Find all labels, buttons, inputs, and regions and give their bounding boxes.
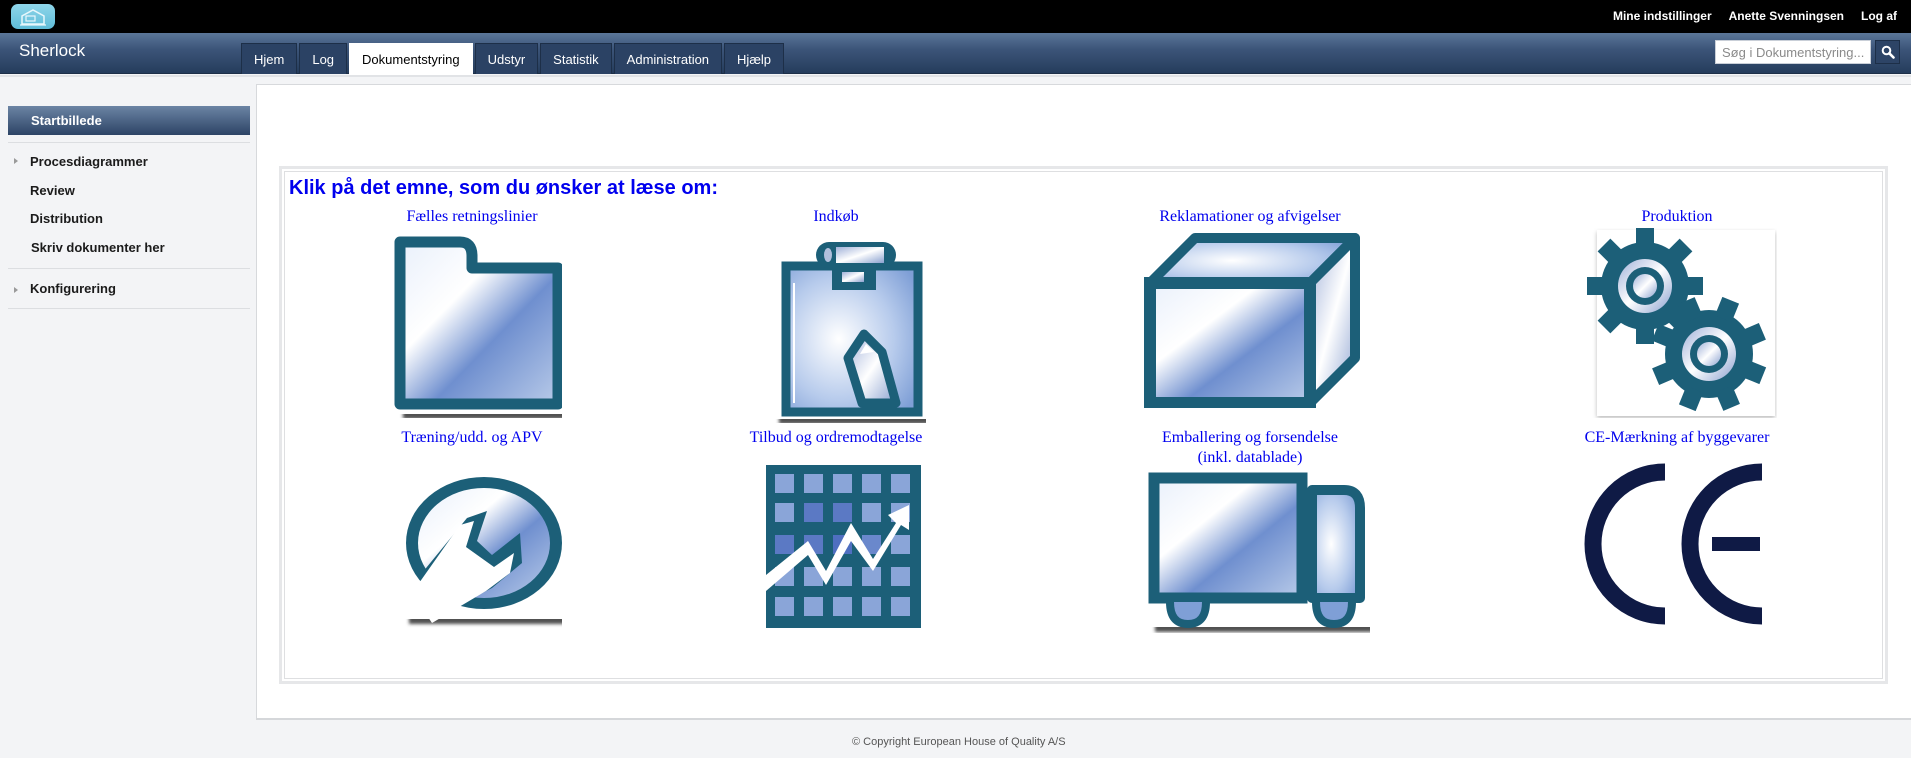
topic-tilbud[interactable]: Tilbud og ordremodtagelse (736, 428, 936, 643)
sidebar-item-distribution[interactable]: Distribution (30, 211, 103, 226)
ce-mark-icon (1584, 463, 1763, 625)
clipboard-icon (774, 234, 926, 419)
tab-log[interactable]: Log (299, 43, 348, 74)
magnifier-icon (1881, 45, 1895, 59)
topic-label: Indkøb (813, 208, 859, 225)
wrench-icon (404, 469, 562, 623)
tab-udstyr[interactable]: Udstyr (474, 43, 539, 74)
tab-hjem[interactable]: Hjem (241, 43, 298, 74)
sidebar-divider (8, 268, 250, 269)
topic-faelles-retningslinier[interactable]: Fælles retningslinier (372, 207, 572, 418)
sidebar: Startbillede Procesdiagrammer Review Dis… (0, 77, 255, 717)
main-tabs: Hjem Log Dokumentstyring Udstyr Statisti… (241, 43, 785, 75)
sidebar-item-konfigurering[interactable]: Konfigurering (30, 281, 116, 296)
topic-label: Tilbud og ordremodtagelse (749, 429, 923, 446)
topic-label-sub: (inkl. datablade) (1197, 449, 1303, 466)
sidebar-item-startbillede[interactable]: Startbillede (8, 106, 250, 135)
topic-label: CE-Mærkning af byggevarer (1584, 429, 1770, 446)
sidebar-item-review[interactable]: Review (30, 183, 75, 198)
sidebar-item-procesdiagrammer[interactable]: Procesdiagrammer (30, 154, 148, 169)
expand-arrow-icon[interactable] (14, 158, 18, 164)
topic-produktion[interactable]: Produktion (1572, 207, 1782, 418)
topic-ce-maerkning[interactable]: CE-Mærkning af byggevarer (1572, 428, 1782, 637)
tab-statistik[interactable]: Statistik (540, 43, 612, 74)
logo[interactable] (11, 4, 55, 29)
topic-label: Reklamationer og afvigelser (1159, 208, 1341, 225)
house-logo-icon (20, 8, 46, 26)
tab-dokumentstyring[interactable]: Dokumentstyring (349, 43, 473, 75)
topic-reklamationer[interactable]: Reklamationer og afvigelser (1140, 207, 1360, 408)
my-settings-link[interactable]: Mine indstillinger (1613, 9, 1712, 23)
nav-divider (0, 75, 1911, 77)
copyright-text: © Copyright European House of Quality A/… (852, 736, 1066, 748)
search-input[interactable] (1715, 40, 1871, 64)
topic-emballering[interactable]: Emballering og forsendelse (inkl. databl… (1140, 428, 1370, 633)
page-heading: Klik på det emne, som du ønsker at læse … (289, 177, 719, 199)
growth-chart-icon (766, 465, 926, 633)
folder-icon (394, 234, 562, 414)
tab-administration[interactable]: Administration (613, 43, 723, 74)
tab-hjaelp[interactable]: Hjælp (724, 43, 785, 74)
user-name-link[interactable]: Anette Svenningsen (1729, 9, 1844, 23)
topic-label: Fælles retningslinier (406, 208, 538, 225)
topic-label: Emballering og forsendelse (1162, 429, 1338, 446)
box-icon (1144, 233, 1360, 408)
topic-traening[interactable]: Træning/udd. og APV (372, 428, 572, 643)
sidebar-divider (8, 308, 250, 309)
topic-label: Produktion (1641, 208, 1713, 225)
truck-icon (1148, 472, 1370, 629)
nav-bar: Sherlock Hjem Log Dokumentstyring Udstyr… (0, 33, 1911, 75)
top-bar: Mine indstillinger Anette Svenningsen Lo… (0, 0, 1911, 33)
sidebar-divider (8, 142, 250, 143)
logout-link[interactable]: Log af (1861, 9, 1897, 23)
topic-label: Træning/udd. og APV (401, 429, 543, 446)
topic-indkoeb[interactable]: Indkøb (736, 207, 936, 423)
app-brand: Sherlock (19, 41, 86, 60)
sidebar-item-skriv-dokumenter[interactable]: Skriv dokumenter her (31, 240, 165, 255)
gears-icon (1587, 228, 1775, 416)
search-button[interactable] (1875, 40, 1900, 64)
expand-arrow-icon[interactable] (14, 287, 18, 293)
